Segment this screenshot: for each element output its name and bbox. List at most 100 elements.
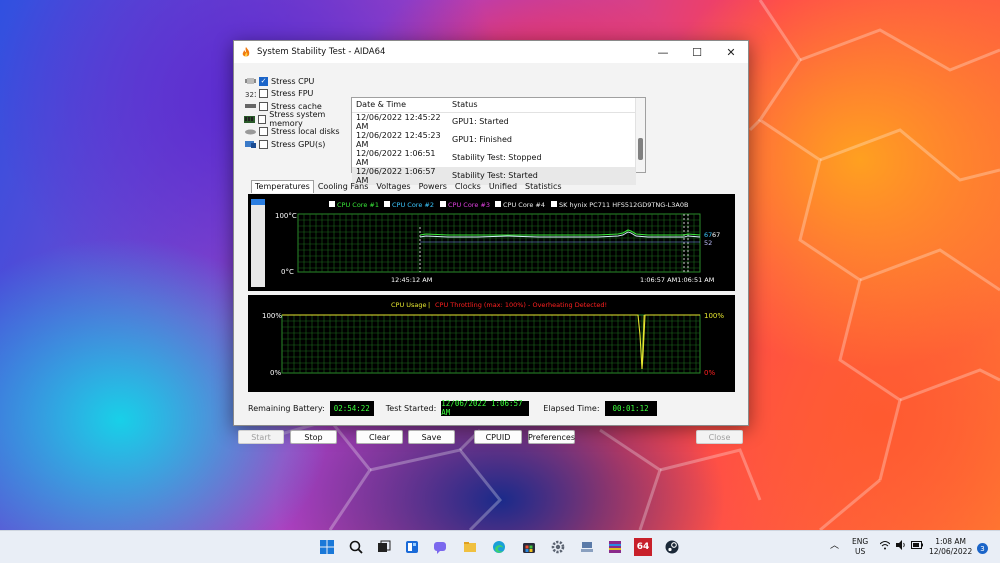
teams-chat-icon[interactable] (431, 538, 449, 556)
legend-checkbox-core2[interactable] (384, 201, 390, 207)
windows-start-icon[interactable] (318, 538, 336, 556)
cpu-icon (244, 77, 256, 85)
cpu-grid (282, 315, 700, 373)
tab-cooling-fans[interactable]: Cooling Fans (314, 180, 373, 193)
store-icon[interactable] (520, 538, 538, 556)
clock-time: 1:08 AM (935, 537, 967, 546)
legend-checkbox-core4[interactable] (495, 201, 501, 207)
cpu-plot-frame (281, 314, 701, 374)
language-indicator[interactable]: ENG US (852, 537, 868, 557)
stress-gpu-option[interactable]: Stress GPU(s) (244, 138, 352, 151)
legend-checkbox-ssd[interactable] (551, 201, 557, 207)
cpu-usage-series (282, 314, 700, 370)
elapsed-time-value: 00:01:12 (604, 400, 657, 416)
stress-fpu-option[interactable]: 321 Stress FPU (244, 88, 352, 101)
network-tool-icon[interactable] (578, 538, 596, 556)
stress-options: ✓ Stress CPU 321 Stress FPU Stress cache… (244, 75, 352, 151)
close-button[interactable]: Close (696, 430, 743, 444)
clock[interactable]: 1:08 AM 12/06/2022 (929, 537, 972, 557)
stress-disks-label: Stress local disks (271, 127, 340, 137)
start-button[interactable]: Start (238, 430, 284, 444)
button-bar: Start Stop Clear Save CPUID Preferences … (234, 428, 750, 448)
legend-core2: CPU Core #2 (392, 201, 434, 209)
legend-checkbox-core3[interactable] (440, 201, 446, 207)
graph-tabs: Temperatures Cooling Fans Voltages Power… (251, 180, 566, 193)
cpuid-button[interactable]: CPUID (474, 430, 522, 444)
battery-icon[interactable] (911, 541, 923, 552)
disk-icon (244, 128, 256, 136)
cache-icon (244, 102, 256, 110)
stop-button[interactable]: Stop (290, 430, 337, 444)
log-cell: 12/06/2022 1:06:51 AM (356, 148, 436, 167)
test-started-value: 12/06/2022 1:06:57 AM (441, 399, 530, 417)
fpu-icon: 321 (244, 90, 256, 98)
stress-fpu-checkbox[interactable] (259, 89, 268, 99)
aida64-icon[interactable]: 64 (634, 538, 652, 556)
chevron-up-icon[interactable]: ︿ (830, 541, 839, 551)
widgets-icon[interactable] (403, 538, 421, 556)
language-bottom: US (854, 547, 866, 556)
window-content: ✓ Stress CPU 321 Stress FPU Stress cache… (234, 63, 748, 444)
temp-legend: CPU Core #1 CPU Core #2 CPU Core #3 CPU … (329, 201, 688, 209)
temperature-plot: CPU Core #1 CPU Core #2 CPU Core #3 CPU … (275, 201, 720, 284)
volume-icon[interactable] (896, 540, 906, 553)
temp-value-b: 67 (712, 231, 720, 239)
temp-x-left: 12:45:12 AM (391, 276, 432, 284)
stress-disks-option[interactable]: Stress local disks (244, 125, 352, 138)
stress-memory-option[interactable]: Stress system memory (244, 110, 352, 128)
settings-icon[interactable] (549, 538, 567, 556)
tab-voltages[interactable]: Voltages (372, 180, 414, 193)
aida64-stability-window: System Stability Test - AIDA64 — ☐ ✕ ✓ S… (233, 40, 749, 444)
table-row[interactable]: 12/06/2022 12:45:23 AM GPU1: Finished (352, 131, 636, 149)
stress-gpu-label: Stress GPU(s) (271, 139, 326, 149)
test-started-label: Test Started: (385, 403, 437, 413)
temp-value-c: 52 (704, 239, 712, 247)
cpu-usage-graph: CPU Usage | CPU Throttling (max: 100%) -… (248, 295, 735, 392)
stress-gpu-checkbox[interactable] (259, 139, 268, 149)
task-view-icon[interactable] (375, 538, 393, 556)
table-row[interactable]: 12/06/2022 1:06:51 AM Stability Test: Sto… (352, 149, 636, 167)
save-button[interactable]: Save (408, 430, 455, 444)
preferences-button[interactable]: Preferences (528, 430, 575, 444)
log-cell: 12/06/2022 12:45:23 AM (356, 130, 441, 149)
status-log[interactable]: Date & Time Status 12/06/2022 12:45:22 A… (351, 97, 646, 185)
close-window-button[interactable]: ✕ (714, 41, 748, 63)
table-row[interactable]: 12/06/2022 12:45:22 AM GPU1: Started (352, 112, 636, 131)
wifi-icon[interactable] (879, 540, 891, 553)
gpu-icon (244, 140, 256, 149)
stress-fpu-label: Stress FPU (271, 89, 314, 99)
tab-unified[interactable]: Unified (485, 180, 521, 193)
log-scroll-thumb[interactable] (638, 138, 643, 160)
title-bar[interactable]: System Stability Test - AIDA64 — ☐ ✕ (234, 41, 748, 63)
log-header-datetime[interactable]: Date & Time (352, 98, 448, 113)
stress-memory-checkbox[interactable] (258, 114, 267, 124)
notification-badge[interactable]: 3 (977, 543, 988, 554)
log-header-status[interactable]: Status (448, 98, 636, 113)
temp-grid (298, 214, 700, 272)
steam-icon[interactable] (663, 538, 681, 556)
tab-powers[interactable]: Powers (415, 180, 451, 193)
stress-cache-checkbox[interactable] (259, 101, 268, 111)
aida64-label: 64 (636, 542, 650, 552)
stress-cpu-option[interactable]: ✓ Stress CPU (244, 75, 352, 88)
tab-statistics[interactable]: Statistics (521, 180, 566, 193)
maximize-button[interactable]: ☐ (680, 41, 714, 63)
stress-cpu-checkbox[interactable]: ✓ (259, 76, 268, 86)
clear-button[interactable]: Clear (356, 430, 403, 444)
legend-checkbox-core1[interactable] (329, 201, 335, 207)
tab-temperatures[interactable]: Temperatures (251, 180, 314, 193)
minimize-button[interactable]: — (646, 41, 680, 63)
winrar-icon[interactable] (606, 538, 624, 556)
log-cell: Stability Test: Stopped (452, 153, 542, 162)
temp-x-right: 1:06:57 AM1:06:51 AM (640, 276, 714, 284)
legend-core4: CPU Core #4 (503, 201, 545, 209)
search-icon[interactable] (347, 538, 365, 556)
file-explorer-icon[interactable] (461, 538, 479, 556)
tab-clocks[interactable]: Clocks (451, 180, 485, 193)
stress-disks-checkbox[interactable] (259, 127, 268, 137)
edge-icon[interactable] (490, 538, 508, 556)
temp-y-bottom: 0°C (281, 268, 294, 276)
memory-icon (244, 115, 255, 123)
legend-core3: CPU Core #3 (448, 201, 490, 209)
log-scrollbar[interactable] (635, 98, 645, 172)
